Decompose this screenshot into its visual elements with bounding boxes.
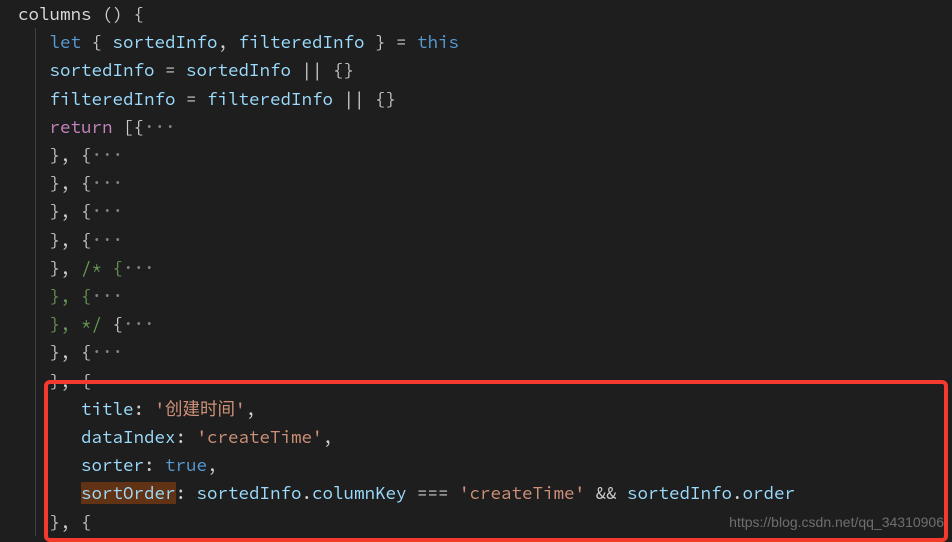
token-identifier: columns <box>18 3 92 25</box>
fold-ellipsis-icon[interactable]: ··· <box>92 144 124 166</box>
fold-ellipsis-icon[interactable]: ··· <box>123 313 155 335</box>
fold-ellipsis-icon[interactable]: ··· <box>92 229 124 251</box>
token-punct: }, { <box>50 144 92 166</box>
code-line: dataIndex: 'createTime', <box>0 423 952 451</box>
watermark-text: https://blog.csdn.net/qq_34310906 <box>729 508 944 536</box>
token-variable: sortedInfo <box>197 482 302 504</box>
token-property: order <box>743 482 796 504</box>
code-line: }, {··· <box>0 338 952 366</box>
token-variable: sortedInfo <box>627 482 732 504</box>
code-editor[interactable]: columns () { let { sortedInfo, filteredI… <box>0 0 952 540</box>
fold-ellipsis-icon[interactable]: ··· <box>92 341 124 363</box>
token-punct: }, { <box>50 341 92 363</box>
token-keyword: this <box>417 31 459 53</box>
code-line: }, /* {··· <box>0 254 952 282</box>
code-line: let { sortedInfo, filteredInfo } = this <box>0 28 952 56</box>
token-variable: filteredInfo <box>50 88 176 110</box>
token-op: = <box>155 59 187 81</box>
fold-ellipsis-icon[interactable]: ··· <box>92 285 124 307</box>
token-variable: filteredInfo <box>207 88 333 110</box>
token-variable: sortedInfo <box>102 31 218 53</box>
token-property-highlighted: sortOrder <box>81 482 176 504</box>
code-line: sorter: true, <box>0 451 952 479</box>
token-punct: }, { <box>50 229 92 251</box>
token-string: '创建时间' <box>155 398 246 420</box>
code-line: filteredInfo = filteredInfo || {} <box>0 85 952 113</box>
code-line: }, {··· <box>0 226 952 254</box>
token-variable: sortedInfo <box>186 59 291 81</box>
code-line: }, {··· <box>0 169 952 197</box>
token-property: dataIndex <box>81 426 176 448</box>
token-boolean: true <box>165 454 207 476</box>
code-line: }, {··· <box>0 141 952 169</box>
code-line: }, {··· <box>0 197 952 225</box>
token-keyword: let <box>50 31 82 53</box>
token-brace: { <box>81 31 102 53</box>
code-line: return [{··· <box>0 113 952 141</box>
token-punct: [{ <box>113 116 145 138</box>
code-line: columns () { <box>0 0 952 28</box>
token-punct: }, { <box>50 172 92 194</box>
token-punct: }, { <box>50 200 92 222</box>
fold-ellipsis-icon[interactable]: ··· <box>123 257 155 279</box>
token-comment: /* { <box>81 257 123 279</box>
token-property: title <box>81 398 134 420</box>
token-comment: }, { <box>50 285 92 307</box>
token-string: 'createTime' <box>459 482 585 504</box>
code-line: title: '创建时间', <box>0 395 952 423</box>
token-punct: || {} <box>333 88 396 110</box>
token-punct: , <box>218 31 229 53</box>
code-line: }, */ {··· <box>0 310 952 338</box>
token-string: 'createTime' <box>197 426 323 448</box>
code-line: }, {··· <box>0 282 952 310</box>
code-line: sortedInfo = sortedInfo || {} <box>0 56 952 84</box>
fold-ellipsis-icon[interactable]: ··· <box>92 172 124 194</box>
token-punct: } = <box>365 31 418 53</box>
token-property: sorter <box>81 454 144 476</box>
token-property: columnKey <box>312 482 407 504</box>
token-punct: || {} <box>291 59 354 81</box>
token-op: = <box>176 88 208 110</box>
code-line: }, { <box>0 367 952 395</box>
token-keyword: return <box>50 116 113 138</box>
token-variable: filteredInfo <box>228 31 365 53</box>
fold-ellipsis-icon[interactable]: ··· <box>92 200 124 222</box>
token-brace: { <box>123 3 144 25</box>
code-line: sortOrder: sortedInfo.columnKey === 'cre… <box>0 479 952 507</box>
token-variable: sortedInfo <box>50 59 155 81</box>
token-parens: () <box>92 3 124 25</box>
token-comment: }, */ <box>50 313 103 335</box>
fold-ellipsis-icon[interactable]: ··· <box>144 116 176 138</box>
